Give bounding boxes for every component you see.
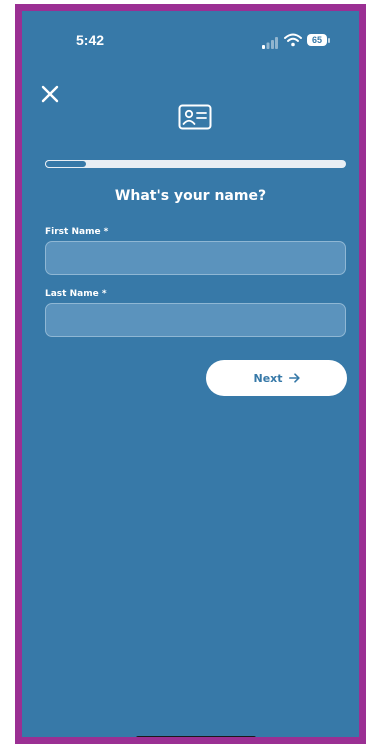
first-name-field[interactable]	[45, 241, 346, 275]
id-card-icon	[178, 104, 212, 130]
status-time: 5:42	[76, 32, 105, 48]
status-bar: 5:42 65	[22, 11, 359, 55]
cellular-signal-icon	[262, 37, 278, 49]
wifi-icon	[284, 33, 302, 47]
last-name-field[interactable]	[45, 303, 346, 337]
next-button[interactable]: Next	[206, 360, 347, 396]
next-button-label: Next	[253, 371, 283, 385]
last-name-label: Last Name *	[45, 289, 107, 299]
battery-tip	[328, 38, 330, 43]
page-title: What's your name?	[114, 188, 267, 204]
close-icon[interactable]	[40, 84, 60, 104]
home-indicator[interactable]	[136, 736, 256, 737]
battery-icon: 65	[307, 34, 327, 46]
app-screen: 5:42 65 What's your name? First Name * L…	[15, 4, 366, 744]
arrow-right-icon	[288, 373, 300, 383]
progress-fill	[45, 160, 88, 168]
first-name-label: First Name *	[45, 227, 109, 237]
progress-bar	[45, 160, 346, 168]
